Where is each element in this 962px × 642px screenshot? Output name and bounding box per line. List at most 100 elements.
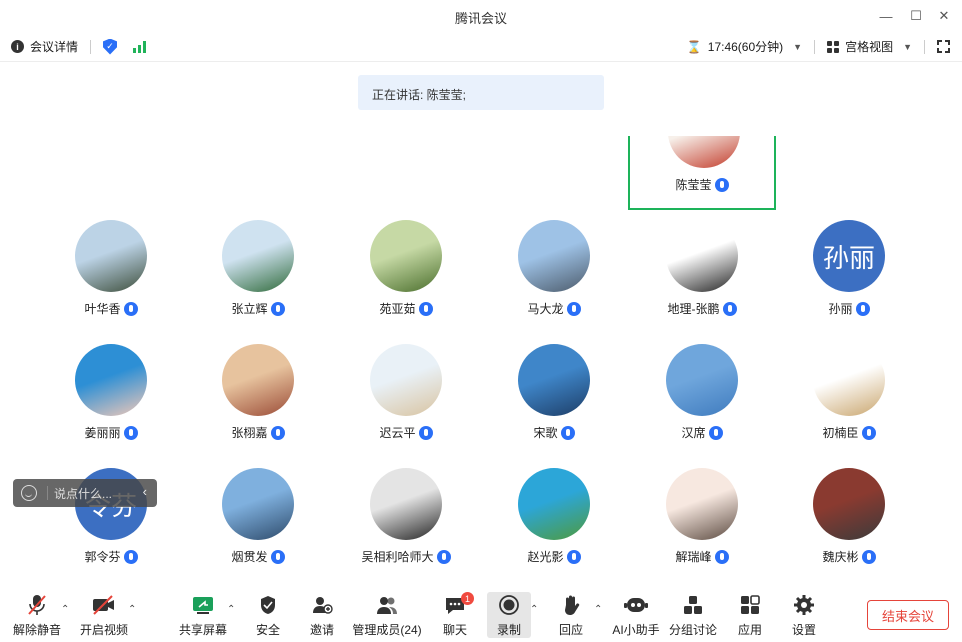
participant-tile[interactable]: 叶华香 xyxy=(37,180,185,316)
participant-name: 赵光影 xyxy=(527,550,564,564)
avatar-text: 孙丽 xyxy=(822,242,875,273)
participant-tile[interactable]: 初楠臣 xyxy=(775,304,923,440)
participant-tile[interactable]: 周嘉-哈师大 xyxy=(184,136,332,176)
chat-placeholder[interactable]: 说点什么... xyxy=(54,485,112,502)
add-user-icon xyxy=(311,592,333,618)
participant-tile[interactable]: 姜丽丽 xyxy=(37,304,185,440)
participant-tile[interactable]: 杨旭 xyxy=(480,136,628,176)
time-remaining[interactable]: 17:46(60分钟) xyxy=(708,38,783,55)
members-label: 管理成员(24) xyxy=(352,623,422,637)
participant-tile[interactable]: 解瑞峰 xyxy=(628,428,776,564)
record-button[interactable]: 录制 xyxy=(487,592,531,638)
invite-label: 邀请 xyxy=(309,623,334,637)
network-signal-icon[interactable] xyxy=(133,40,147,53)
divider xyxy=(924,39,925,54)
muted-mic-icon xyxy=(27,592,47,618)
shield-icon xyxy=(259,592,277,618)
participant-tile[interactable]: 吴相利哈师大 xyxy=(332,428,480,564)
collapse-chevron-icon[interactable]: ‹ xyxy=(143,484,147,499)
security-label: 安全 xyxy=(255,623,280,637)
avatar xyxy=(518,468,590,540)
chevron-up-icon[interactable]: ⌃ xyxy=(128,604,136,615)
divider xyxy=(90,39,92,54)
chevron-up-icon[interactable]: ⌃ xyxy=(61,604,69,615)
avatar xyxy=(222,344,294,416)
participant-tile[interactable]: 齐少群 xyxy=(775,136,923,176)
meeting-details-link[interactable]: 会议详情 xyxy=(30,38,78,55)
participant-grid: 张卜元周嘉-哈师大那晓东杨旭陈莹莹齐少群叶华香张立辉苑亚茹马大龙地理-张鹏孙丽孙… xyxy=(0,136,962,588)
participant-tile[interactable]: 那晓东 xyxy=(332,136,480,176)
share-screen-button[interactable]: 共享屏幕 xyxy=(175,592,231,638)
record-icon xyxy=(498,592,520,618)
grid-view-icon[interactable] xyxy=(827,40,840,53)
security-button[interactable]: 安全 xyxy=(240,592,296,638)
chevron-down-icon[interactable]: ▼ xyxy=(903,42,912,52)
participant-tile[interactable]: 汉席 xyxy=(628,304,776,440)
chevron-down-icon[interactable]: ▼ xyxy=(793,42,802,52)
avatar xyxy=(370,220,442,292)
mic-icon xyxy=(566,549,581,564)
divider xyxy=(814,39,816,54)
participant-tile[interactable]: 烟贯发 xyxy=(184,428,332,564)
end-meeting-button[interactable]: 结束会议 xyxy=(867,600,949,630)
ai-label: AI小助手 xyxy=(612,623,660,637)
settings-button[interactable]: 设置 xyxy=(776,592,832,638)
emoji-icon[interactable] xyxy=(21,485,37,501)
chat-button[interactable]: 1 聊天 xyxy=(427,592,483,638)
participant-name: 解瑞峰 xyxy=(675,550,712,564)
unmute-button[interactable]: 解除静音 xyxy=(9,592,65,638)
start-video-button[interactable]: 开启视频 xyxy=(76,592,132,638)
chevron-up-icon[interactable]: ⌃ xyxy=(530,604,538,615)
participant-tile[interactable]: 宋歌 xyxy=(480,304,628,440)
security-shield-icon[interactable]: ✓ xyxy=(103,38,118,55)
minimize-icon[interactable]: — xyxy=(876,6,896,26)
participant-tile[interactable]: 张立辉 xyxy=(184,180,332,316)
participant-tile[interactable]: 迟云平 xyxy=(332,304,480,440)
divider xyxy=(47,486,48,500)
avatar xyxy=(518,220,590,292)
ai-assistant-button[interactable]: AI小助手 xyxy=(608,592,664,638)
members-icon xyxy=(375,592,399,618)
invite-button[interactable]: 邀请 xyxy=(294,592,350,638)
participant-tile[interactable]: 张栩嘉 xyxy=(184,304,332,440)
participant-tile[interactable]: 苑亚茹 xyxy=(332,180,480,316)
fullscreen-icon[interactable] xyxy=(936,39,951,54)
participant-name: 郭令芬 xyxy=(84,550,121,564)
participant-tile[interactable]: 张卜元 xyxy=(37,136,185,176)
avatar xyxy=(813,344,885,416)
quick-chat-input[interactable]: 说点什么... ‹ xyxy=(13,479,157,507)
meeting-toolbar: 解除静音 ⌃ 开启视频 ⌃ 共享屏幕 ⌃ 安全 邀请 管理成员(24) 1 聊天… xyxy=(0,590,962,642)
mic-icon xyxy=(123,549,138,564)
avatar xyxy=(518,344,590,416)
participant-tile[interactable]: 马大龙 xyxy=(480,180,628,316)
breakout-label: 分组讨论 xyxy=(668,623,717,637)
chevron-up-icon[interactable]: ⌃ xyxy=(227,604,235,615)
maximize-icon[interactable]: ☐ xyxy=(906,6,926,26)
avatar xyxy=(75,220,147,292)
participant-tile[interactable]: 魏庆彬 xyxy=(775,428,923,564)
avatar xyxy=(666,220,738,292)
avatar xyxy=(668,136,740,168)
breakout-rooms-button[interactable]: 分组讨论 xyxy=(665,592,721,638)
avatar xyxy=(75,344,147,416)
title-bar: 腾讯会议 — ☐ ✕ xyxy=(0,0,962,32)
mic-icon xyxy=(270,549,285,564)
video-off-icon xyxy=(92,592,116,618)
meeting-info-bar: i 会议详情 ✓ ⌛ 17:46(60分钟) ▼ 宫格视图 ▼ xyxy=(0,32,962,62)
view-mode-button[interactable]: 宫格视图 xyxy=(845,38,893,55)
manage-members-button[interactable]: 管理成员(24) xyxy=(346,592,428,638)
participant-tile[interactable]: 地理-张鹏 xyxy=(628,180,776,316)
participant-tile[interactable]: 赵光影 xyxy=(480,428,628,564)
info-icon[interactable]: i xyxy=(11,40,24,53)
close-icon[interactable]: ✕ xyxy=(934,6,954,26)
participant-name-line: 赵光影 xyxy=(480,548,628,565)
avatar xyxy=(222,220,294,292)
participant-tile[interactable]: 孙丽 孙丽 xyxy=(775,180,923,316)
apps-button[interactable]: 应用 xyxy=(722,592,778,638)
ai-assistant-icon xyxy=(624,592,648,618)
participant-name: 吴相利哈师大 xyxy=(361,550,434,564)
chevron-up-icon[interactable]: ⌃ xyxy=(594,604,602,615)
reply-label: 回应 xyxy=(558,623,583,637)
record-label: 录制 xyxy=(496,623,521,637)
reactions-button[interactable]: 回应 xyxy=(543,592,599,638)
